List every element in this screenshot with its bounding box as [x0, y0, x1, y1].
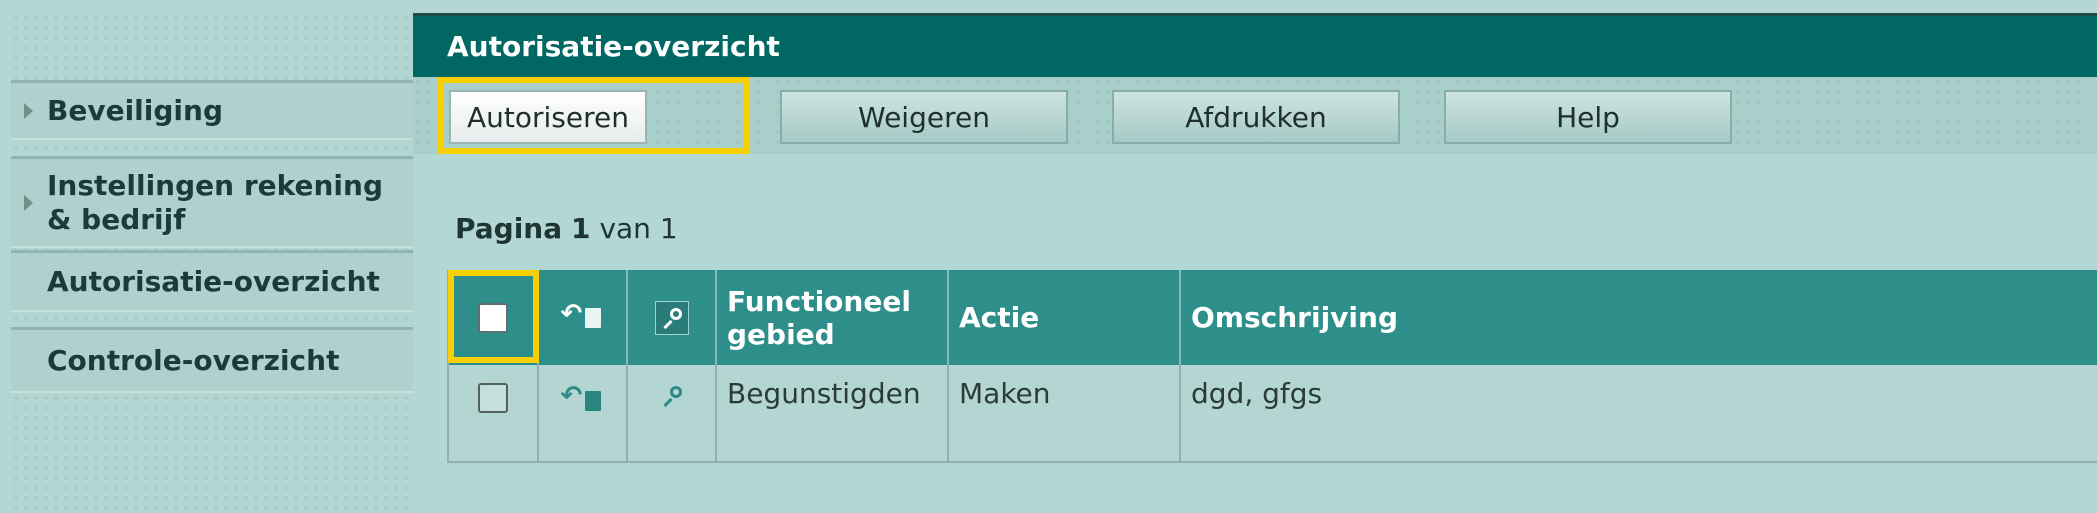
header-omschrijving[interactable]: Omschrijving — [1181, 270, 2097, 365]
undo-document-icon[interactable]: ↶ — [561, 299, 605, 332]
sidebar-item-instellingen[interactable]: Instellingen rekening & bedrijf — [11, 156, 413, 248]
header-undo-cell: ↶ — [539, 270, 628, 365]
chevron-right-icon — [24, 194, 33, 211]
sidebar-item-label: Controle-overzicht — [47, 343, 340, 377]
authorization-table: ↶ Functioneel gebied Actie Omschrijving — [447, 270, 2097, 463]
row-actie: Maken — [949, 365, 1181, 461]
search-icon[interactable] — [661, 385, 683, 408]
sidebar-item-label: Autorisatie-overzicht — [47, 264, 380, 298]
header-functioneel-gebied[interactable]: Functioneel gebied — [717, 270, 949, 365]
table-header: ↶ Functioneel gebied Actie Omschrijving — [449, 270, 2097, 365]
pagination-current: 1 — [571, 212, 591, 245]
undo-document-icon[interactable]: ↶ — [561, 381, 605, 415]
pagination-of-word: van — [599, 212, 651, 245]
select-all-checkbox[interactable] — [478, 302, 508, 333]
help-button[interactable]: Help — [1444, 90, 1732, 144]
autoriseren-button[interactable]: Autoriseren — [449, 90, 647, 144]
pagination-page-word: Pagina — [455, 212, 563, 245]
row-search-cell — [628, 365, 717, 461]
page-title: Autorisatie-overzicht — [447, 30, 780, 63]
row-checkbox-cell — [449, 365, 539, 461]
pagination: Pagina 1 van 1 — [455, 212, 678, 245]
search-icon[interactable] — [654, 300, 689, 335]
page-title-bar: Autorisatie-overzicht — [413, 13, 2097, 77]
afdrukken-button[interactable]: Afdrukken — [1112, 90, 1400, 144]
header-select-all-cell — [449, 270, 539, 365]
sidebar-item-controle-overzicht[interactable]: Controle-overzicht — [11, 327, 413, 393]
sidebar: Beveiliging Instellingen rekening & bedr… — [11, 13, 413, 513]
row-select-checkbox[interactable] — [478, 383, 508, 413]
pagination-total: 1 — [659, 212, 678, 245]
row-omschrijving: dgd, gfgs — [1191, 377, 1323, 410]
sidebar-item-label: Beveiliging — [47, 93, 223, 127]
sidebar-item-beveiliging[interactable]: Beveiliging — [11, 80, 413, 140]
row-undo-cell: ↶ — [539, 365, 628, 461]
sidebar-item-autorisatie-overzicht[interactable]: Autorisatie-overzicht — [11, 250, 413, 312]
weigeren-button[interactable]: Weigeren — [780, 90, 1068, 144]
row-functioneel-gebied: Begunstigden — [717, 365, 949, 461]
page: Beveiliging Instellingen rekening & bedr… — [0, 0, 2097, 513]
chevron-right-icon — [24, 102, 33, 119]
toolbar: Autoriseren Weigeren Afdrukken Help — [413, 77, 2097, 154]
sidebar-item-label: Instellingen rekening & bedrijf — [47, 168, 383, 236]
header-search-cell — [628, 270, 717, 365]
header-actie[interactable]: Actie — [949, 270, 1181, 365]
